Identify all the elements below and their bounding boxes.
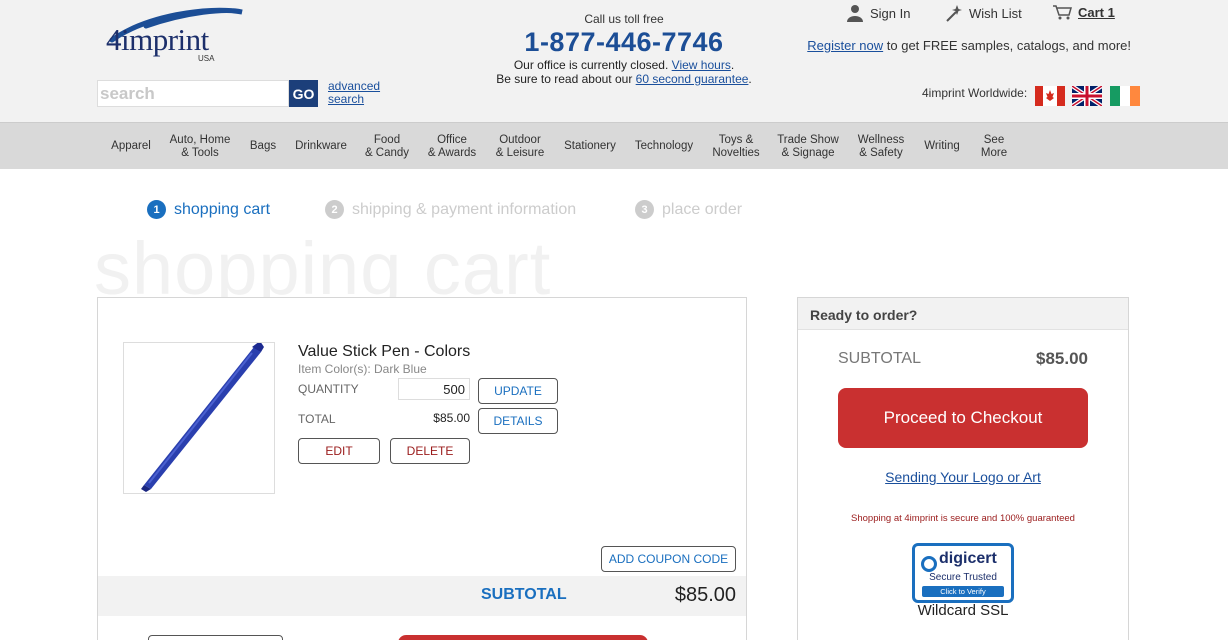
step-label: place order [662, 200, 743, 218]
digicert-name: digicert [939, 550, 997, 567]
cart-link[interactable]: Cart 1 [1052, 4, 1115, 23]
category-nav: Apparel Auto, Home & Tools Bags Drinkware… [0, 122, 1228, 169]
continue-shopping-button[interactable] [148, 635, 283, 640]
nav-drinkware[interactable]: Drinkware [292, 123, 350, 170]
guarantee-prefix: Be sure to read about our [496, 72, 633, 86]
wish-list-label: Wish List [969, 5, 1022, 21]
logo-country: USA [198, 54, 215, 63]
site-header: 4imprint USA GO advanced search Call us … [0, 0, 1228, 122]
quantity-input[interactable] [398, 378, 470, 400]
office-status: Our office is currently closed. View hou… [513, 58, 735, 72]
advanced-search-link[interactable]: advanced search [328, 80, 388, 106]
edit-button[interactable]: EDIT [298, 438, 380, 464]
wand-icon [945, 4, 963, 25]
pen-image-icon [141, 341, 264, 492]
product-color: Item Color(s): Dark Blue [298, 362, 427, 376]
step-number: 1 [147, 200, 166, 219]
search-go-button[interactable]: GO [289, 80, 318, 107]
nav-see-more[interactable]: See More [974, 123, 1014, 170]
cart-icon [1052, 4, 1072, 23]
product-name[interactable]: Value Stick Pen - Colors [298, 343, 470, 361]
phone-number: 1-877-446-7746 [524, 27, 724, 57]
logo-art-link-wrap: Sending Your Logo or Art [798, 469, 1128, 485]
cart-label: Cart 1 [1078, 4, 1115, 20]
wish-list-link[interactable]: Wish List [945, 4, 1022, 25]
order-summary-header: Ready to order? [798, 298, 1128, 330]
total-value: $85.00 [433, 411, 470, 425]
logo[interactable]: 4imprint USA [106, 6, 248, 64]
digicert-badge-icon [921, 556, 937, 572]
ireland-flag-icon[interactable] [1109, 86, 1140, 106]
nav-apparel[interactable]: Apparel [104, 123, 158, 170]
nav-food-candy[interactable]: Food & Candy [362, 123, 412, 170]
order-subtotal-value: $85.00 [1036, 349, 1088, 368]
step-number: 3 [635, 200, 654, 219]
step-shipping-payment: 2 shipping & payment information [325, 200, 576, 219]
sign-in-link[interactable]: Sign In [846, 4, 910, 25]
wildcard-ssl-label: Wildcard SSL [917, 602, 1009, 619]
guarantee-link[interactable]: 60 second guarantee [636, 72, 749, 86]
quantity-label: QUANTITY [298, 382, 359, 396]
register-promo: Register now to get FREE samples, catalo… [807, 38, 1131, 54]
office-closed-text: Our office is currently closed. [513, 58, 669, 72]
uk-flag-icon[interactable] [1072, 86, 1103, 106]
step-place-order: 3 place order [635, 200, 742, 219]
digicert-seal[interactable]: digicert Secure Trusted Click to Verify [912, 543, 1014, 603]
proceed-to-checkout-button[interactable]: Proceed to Checkout [838, 388, 1088, 448]
cart-panel: Value Stick Pen - Colors Item Color(s): … [97, 297, 747, 640]
nav-trade-show-signage[interactable]: Trade Show & Signage [776, 123, 840, 170]
nav-writing[interactable]: Writing [920, 123, 964, 170]
step-label: shipping & payment information [352, 200, 577, 218]
update-button[interactable]: UPDATE [478, 378, 558, 404]
country-flags [1035, 86, 1143, 106]
digicert-verify-text: Click to Verify [922, 586, 1004, 597]
view-hours-link[interactable]: View hours [672, 58, 731, 72]
worldwide-label: 4imprint Worldwide: [922, 86, 1028, 100]
details-button[interactable]: DETAILS [478, 408, 558, 434]
product-image[interactable] [123, 341, 275, 494]
call-label: Call us toll free [584, 12, 664, 26]
nav-office-awards[interactable]: Office & Awards [424, 123, 480, 170]
nav-stationery[interactable]: Stationery [560, 123, 620, 170]
order-subtotal-label: SUBTOTAL [838, 350, 921, 367]
nav-wellness-safety[interactable]: Wellness & Safety [852, 123, 910, 170]
register-link[interactable]: Register now [807, 38, 883, 53]
person-icon [846, 4, 864, 25]
total-label: TOTAL [298, 412, 336, 426]
sign-in-label: Sign In [870, 5, 911, 21]
cart-checkout-button[interactable] [398, 635, 648, 640]
add-coupon-button[interactable]: ADD COUPON CODE [601, 546, 736, 572]
sending-logo-link[interactable]: Sending Your Logo or Art [885, 469, 1041, 485]
order-summary-panel: Ready to order? SUBTOTAL $85.00 Proceed … [797, 297, 1129, 640]
secure-guarantee-text: Shopping at 4imprint is secure and 100% … [851, 513, 1075, 524]
cart-subtotal-label: SUBTOTAL [481, 586, 567, 603]
nav-outdoor-leisure[interactable]: Outdoor & Leisure [492, 123, 548, 170]
step-shopping-cart[interactable]: 1 shopping cart [147, 200, 270, 219]
step-label: shopping cart [174, 200, 271, 218]
logo-text: 4imprint [106, 22, 209, 57]
register-text: to get FREE samples, catalogs, and more! [886, 38, 1131, 53]
search-input[interactable] [97, 80, 289, 107]
canada-flag-icon[interactable] [1035, 86, 1065, 106]
contact-block: Call us toll free 1-877-446-7746 Our off… [474, 12, 774, 86]
nav-toys-novelties[interactable]: Toys & Novelties [706, 123, 766, 170]
delete-button[interactable]: DELETE [390, 438, 470, 464]
nav-technology[interactable]: Technology [632, 123, 696, 170]
nav-auto-home-tools[interactable]: Auto, Home & Tools [166, 123, 234, 170]
order-summary-title: Ready to order? [810, 307, 918, 323]
step-number: 2 [325, 200, 344, 219]
cart-subtotal-value: $85.00 [674, 584, 736, 606]
digicert-secure-text: Secure Trusted [929, 572, 997, 583]
cart-subtotal-bar: SUBTOTAL $85.00 [98, 576, 746, 616]
guarantee-line: Be sure to read about our 60 second guar… [496, 72, 752, 86]
nav-bags[interactable]: Bags [244, 123, 282, 170]
